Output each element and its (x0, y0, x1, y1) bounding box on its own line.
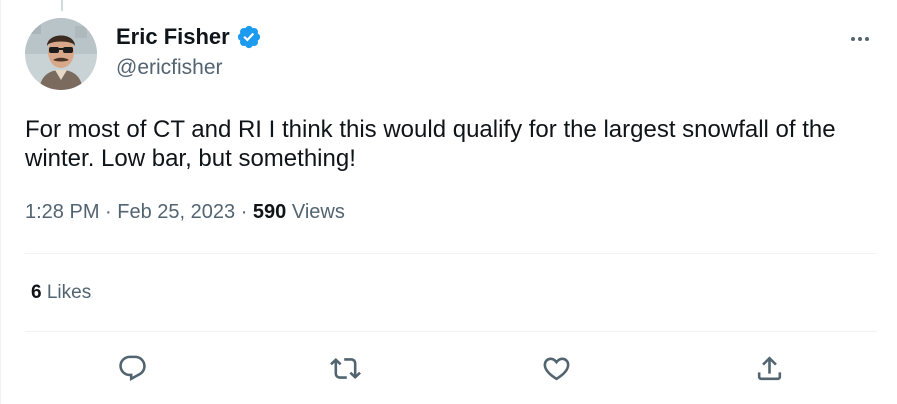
author-handle[interactable]: @ericfisher (116, 56, 223, 80)
divider (25, 331, 877, 332)
like-button[interactable] (538, 350, 574, 386)
tweet-text: For most of CT and RI I think this would… (25, 116, 836, 172)
tweet-date[interactable]: Feb 25, 2023 (117, 201, 235, 223)
retweet-button[interactable] (327, 350, 363, 386)
retweet-icon (329, 357, 361, 379)
more-options-button[interactable] (847, 26, 873, 52)
thread-connector-line (61, 0, 63, 11)
profile-photo-icon (25, 18, 97, 90)
tweet-time[interactable]: 1:28 PM (25, 201, 99, 223)
likes-link[interactable]: 6 Likes (31, 282, 91, 304)
more-icon (851, 37, 869, 41)
share-icon (757, 355, 781, 380)
reply-button[interactable] (114, 350, 150, 386)
like-icon (543, 357, 569, 380)
meta-separator: · (105, 201, 118, 223)
likes-count: 6 (31, 282, 42, 303)
verified-badge-icon[interactable] (236, 24, 262, 50)
meta-separator: · (240, 201, 253, 223)
author-name[interactable]: Eric Fisher (116, 24, 230, 50)
views-count: 590 (252, 201, 287, 223)
left-border (0, 0, 1, 404)
tweet-meta: 1:28 PM · Feb 25, 2023 · 590 Views (25, 201, 345, 224)
author-name-row: Eric Fisher (116, 24, 262, 50)
reply-icon (118, 355, 146, 381)
divider (25, 253, 877, 254)
share-button[interactable] (751, 350, 787, 386)
likes-label: Likes (46, 282, 92, 303)
avatar[interactable] (25, 18, 97, 90)
views-label: Views (291, 201, 345, 223)
